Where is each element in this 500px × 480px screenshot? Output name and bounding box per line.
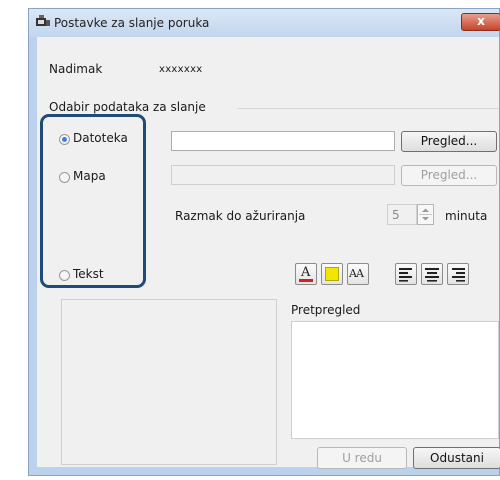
update-interval-label: Razmak do ažuriranja: [175, 209, 306, 223]
align-center-icon: [425, 268, 439, 282]
preview-pane: [291, 321, 499, 439]
browse-file-button[interactable]: Pregled...: [401, 131, 497, 152]
font-color-icon: A: [301, 265, 311, 280]
window-title: Postavke za slanje poruka: [54, 16, 210, 30]
radio-group-highlight: [40, 114, 146, 288]
spinner-arrows-icon: [419, 208, 432, 221]
highlight-color-icon: [325, 267, 339, 281]
update-interval-input[interactable]: 5: [387, 204, 417, 225]
nickname-value: xxxxxxx: [159, 64, 203, 75]
close-button[interactable]: x: [461, 13, 500, 31]
title-bar: Postavke za slanje poruka x: [29, 9, 500, 37]
highlight-color-button[interactable]: [321, 263, 343, 285]
font-color-button[interactable]: A: [295, 263, 317, 285]
data-group-title: Odabir podataka za slanje: [49, 100, 206, 114]
align-left-button[interactable]: [395, 263, 417, 285]
browse-folder-button[interactable]: Pregled...: [401, 165, 497, 186]
font-color-swatch: [299, 279, 313, 282]
app-icon: [36, 15, 50, 26]
update-interval-value: 5: [392, 208, 400, 222]
font-size-button[interactable]: AA: [347, 263, 369, 285]
folder-path-input[interactable]: [171, 165, 395, 185]
text-editor[interactable]: [61, 299, 277, 465]
ok-button[interactable]: U redu: [317, 447, 407, 469]
align-center-button[interactable]: [421, 263, 443, 285]
align-right-icon: [452, 268, 465, 282]
align-left-icon: [399, 268, 412, 282]
update-interval-spinner[interactable]: [417, 204, 434, 225]
cancel-button[interactable]: Odustani: [413, 447, 500, 469]
nickname-label: Nadimak: [49, 62, 103, 76]
update-interval-unit: minuta: [445, 209, 488, 223]
align-right-button[interactable]: [447, 263, 469, 285]
font-size-icon: AA: [349, 267, 364, 280]
file-path-input[interactable]: [171, 131, 395, 151]
group-divider: [237, 108, 499, 109]
preview-label: Pretpregled: [291, 303, 361, 317]
